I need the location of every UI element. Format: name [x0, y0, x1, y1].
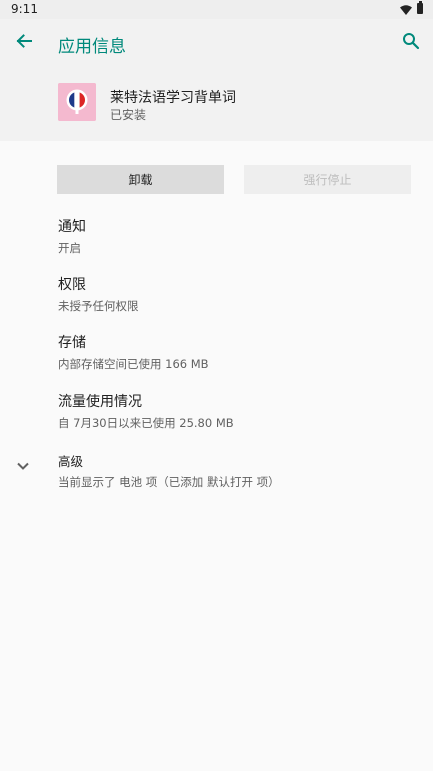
pref-title: 高级	[58, 454, 84, 469]
pref-notifications[interactable]: 通知 开启	[58, 216, 86, 256]
pref-permissions[interactable]: 权限 未授予任何权限	[58, 274, 139, 314]
pref-summary: 当前显示了 电池 项（已添加 默认打开 项）	[58, 475, 280, 489]
battery-icon	[417, 1, 423, 14]
pref-data-usage[interactable]: 流量使用情况 自 7月30日以来已使用 25.80 MB	[58, 391, 234, 431]
app-install-status: 已安装	[110, 108, 147, 122]
pref-summary: 内部存储空间已使用 166 MB	[58, 357, 209, 371]
status-bar: 9:11	[0, 0, 433, 19]
force-stop-button: 强行停止	[244, 165, 411, 194]
pref-title: 权限	[58, 277, 86, 293]
pref-title: 流量使用情况	[58, 394, 142, 410]
pref-title: 存储	[58, 335, 86, 351]
back-button[interactable]	[10, 29, 38, 57]
pref-summary: 自 7月30日以来已使用 25.80 MB	[58, 416, 234, 430]
uninstall-button[interactable]: 卸载	[57, 165, 224, 194]
page-title: 应用信息	[58, 37, 126, 57]
app-icon	[58, 83, 96, 121]
search-icon	[402, 32, 420, 54]
chevron-down-icon	[13, 456, 33, 476]
pref-summary: 开启	[58, 241, 81, 255]
wifi-icon	[400, 4, 412, 18]
arrow-left-icon	[15, 32, 33, 54]
app-bar: 应用信息	[0, 19, 433, 67]
pref-storage[interactable]: 存储 内部存储空间已使用 166 MB	[58, 332, 209, 372]
app-header: 莱特法语学习背单词 已安装	[0, 67, 433, 141]
pref-summary: 未授予任何权限	[58, 299, 139, 313]
app-name: 莱特法语学习背单词	[110, 90, 236, 106]
status-time: 9:11	[11, 2, 38, 16]
search-button[interactable]	[397, 29, 425, 57]
pref-advanced[interactable]: 高级 当前显示了 电池 项（已添加 默认打开 项）	[58, 451, 280, 490]
pref-title: 通知	[58, 219, 86, 235]
